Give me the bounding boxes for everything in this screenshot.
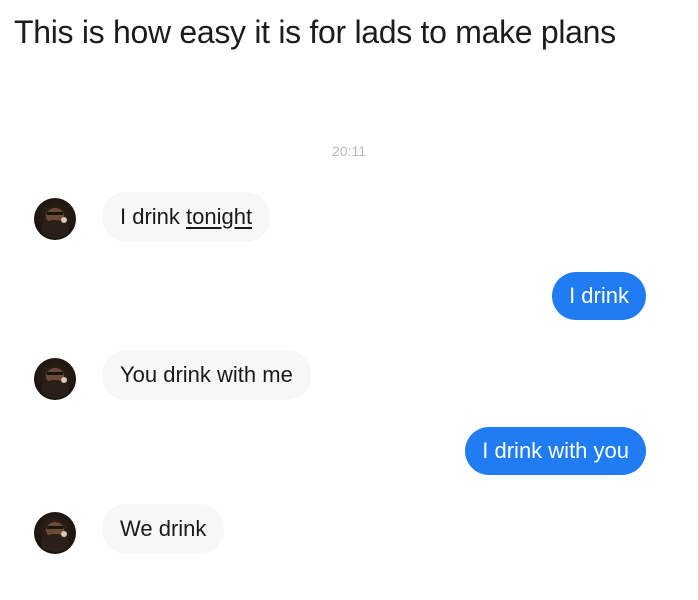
message-text: We drink: [120, 516, 207, 541]
message-row: I drink with you: [0, 427, 698, 477]
message-row: You drink with me: [0, 350, 698, 400]
contact-avatar-icon[interactable]: [34, 198, 76, 240]
incoming-bubble[interactable]: I drink tonight: [102, 192, 271, 242]
incoming-bubble[interactable]: We drink: [102, 504, 225, 554]
message-timestamp: 20:11: [332, 143, 366, 159]
message-text: I drink with you: [482, 438, 629, 463]
contact-avatar-icon[interactable]: [34, 512, 76, 554]
message-row: I drink tonight: [0, 192, 698, 242]
message-row: We drink: [0, 504, 698, 554]
message-row: I drink: [0, 272, 698, 322]
meme-caption: This is how easy it is for lads to make …: [14, 14, 616, 50]
message-link[interactable]: tonight: [186, 204, 252, 229]
incoming-bubble[interactable]: You drink with me: [102, 350, 311, 400]
outgoing-bubble[interactable]: I drink: [552, 272, 646, 320]
message-text: You drink with me: [120, 362, 293, 387]
message-text: I drink: [120, 204, 187, 229]
outgoing-bubble[interactable]: I drink with you: [465, 427, 646, 475]
message-text: I drink: [569, 283, 629, 308]
contact-avatar-icon[interactable]: [34, 358, 76, 400]
